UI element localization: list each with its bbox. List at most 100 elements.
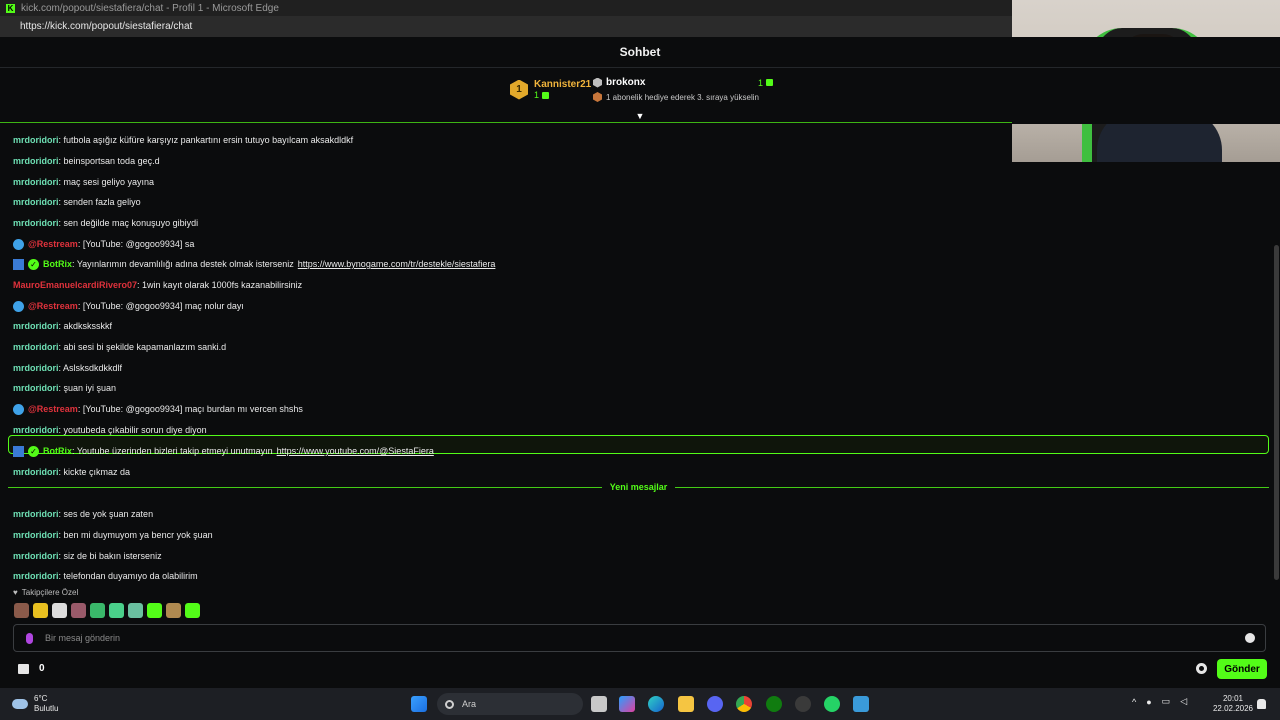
send-button[interactable]: Gönder [1217,659,1267,679]
chat-message: mrdoridori: maç sesi geliyo yayına [13,176,154,188]
points-value: 0 [39,663,45,674]
message-username[interactable]: mrdoridori [13,425,59,435]
message-text: : siz de bi bakın isterseniz [58,551,162,561]
task-view-icon[interactable] [591,696,607,712]
chat-message: mrdoridori: Aslsksdkdkkdlf [13,362,122,374]
message-username[interactable]: mrdoridori [13,363,59,373]
message-text: : kickte çıkmaz da [58,467,131,477]
leaderboard-second[interactable]: brokonx 1 1 abonelik hediye ederek 3. sı… [593,77,773,102]
message-username[interactable]: mrdoridori [13,342,59,352]
message-username[interactable]: mrdoridori [13,218,59,228]
file-explorer-icon[interactable] [678,696,694,712]
emoji-icon[interactable] [1245,633,1255,643]
chat-message: MauroEmanuelcardiRivero07: 1win kayıt ol… [13,279,302,291]
weather-widget[interactable]: 6°C Bulutlu [12,694,58,714]
weather-temp: 6°C [34,694,48,703]
network-icon[interactable]: ▭ [1162,696,1171,707]
xbox-icon[interactable] [766,696,782,712]
divider-line [8,486,602,488]
message-username[interactable]: mrdoridori [13,571,59,581]
message-text: : sen değilde maç konuşuyo gibiydi [58,218,199,228]
message-username[interactable]: mrdoridori [13,321,59,331]
window-title: kick.com/popout/siestafiera/chat - Profi… [21,2,279,14]
message-text: : [YouTube: @gogoo9934] maçı burdan mı v… [77,404,303,414]
mic-tray-icon[interactable]: ● [1146,697,1151,707]
message-text: : şuan iyi şuan [58,383,117,393]
emote-icon[interactable] [185,603,200,618]
cloud-icon [12,699,28,709]
message-text: : futbola aşığız küfüre karşıyız pankart… [58,135,354,145]
weather-desc: Bulutlu [34,704,59,713]
app-icon[interactable] [853,696,869,712]
message-username[interactable]: mrdoridori [13,509,59,519]
emote-icon[interactable] [90,603,105,618]
points-display[interactable]: 0 [18,663,45,674]
chevron-up-icon[interactable]: ^ [1132,697,1136,707]
message-text: : akdksksskkf [58,321,113,331]
message-username[interactable]: @Restream [28,239,78,249]
chat-message: mrdoridori: kickte çıkmaz da [13,466,130,478]
volume-icon[interactable]: ◁ [1180,696,1187,707]
restream-bot-icon [13,300,24,312]
message-username[interactable]: @Restream [28,404,78,414]
url-text[interactable]: https://kick.com/popout/siestafiera/chat [20,21,192,32]
message-text: : abi sesi bi şekilde kapamanlazım sanki… [58,342,227,352]
notification-bell-icon[interactable] [1257,699,1266,709]
taskbar-search[interactable]: Ara [437,693,583,715]
emote-icon[interactable] [109,603,124,618]
message-input-box[interactable] [13,624,1266,652]
gear-icon[interactable] [1196,663,1207,674]
message-input[interactable] [45,633,1233,643]
message-text: : Aslsksdkdkkdlf [58,363,123,373]
message-username[interactable]: mrdoridori [13,197,59,207]
emote-icon[interactable] [166,603,181,618]
message-username[interactable]: BotRix [43,259,72,269]
rank-badge-icon: 1 [510,79,528,100]
message-text: : [YouTube: @gogoo9934] maç nolur dayı [77,301,244,311]
pinned-divider [0,122,1012,123]
emote-icon[interactable] [14,603,29,618]
obs-icon[interactable] [795,696,811,712]
chat-message: @Restream: [YouTube: @gogoo9934] maç nol… [13,300,244,312]
chrome-icon[interactable] [736,696,752,712]
message-username[interactable]: @Restream [28,301,78,311]
discord-icon[interactable] [707,696,723,712]
emote-icon[interactable] [71,603,86,618]
message-username[interactable]: mrdoridori [13,467,59,477]
emote-icon[interactable] [52,603,67,618]
message-username[interactable]: mrdoridori [13,530,59,540]
bot-badge-icon [13,445,24,457]
leader-name[interactable]: Kannister21 [534,79,591,90]
emote-icon[interactable] [128,603,143,618]
restream-bot-icon [13,403,24,415]
store-icon[interactable] [18,663,29,674]
edge-icon[interactable] [648,696,664,712]
message-username[interactable]: mrdoridori [13,551,59,561]
divider-line [675,486,1270,488]
collapse-chevron-icon[interactable]: ▼ [634,112,646,121]
whatsapp-icon[interactable] [824,696,840,712]
message-username[interactable]: MauroEmanuelcardiRivero07 [13,280,137,290]
message-username[interactable]: mrdoridori [13,135,59,145]
copilot-icon[interactable] [619,696,635,712]
emote-bar [14,603,200,618]
message-username[interactable]: BotRix [43,446,72,456]
taskbar-clock[interactable]: 20:01 22.02.2026 [1208,694,1258,714]
chat-message: mrdoridori: akdksksskkf [13,320,112,332]
chat-message: mrdoridori: sen değilde maç konuşuyo gib… [13,217,198,229]
message-link[interactable]: https://www.youtube.com/@SiestaFiera [277,446,434,456]
chat-scrollbar[interactable] [1274,245,1279,580]
windows-start-icon[interactable] [411,696,427,712]
emote-icon[interactable] [147,603,162,618]
message-username[interactable]: mrdoridori [13,383,59,393]
leader2-name[interactable]: brokonx [606,77,645,88]
message-link[interactable]: https://www.bynogame.com/tr/destekle/sie… [298,259,496,269]
emote-icon[interactable] [33,603,48,618]
message-username[interactable]: mrdoridori [13,156,59,166]
chat-messages: Yeni mesajlar mrdoridori: futbola aşığız… [0,124,1275,586]
chat-message: mrdoridori: telefondan duyamıyo da olabi… [13,570,198,582]
mic-icon[interactable] [26,632,33,644]
message-username[interactable]: mrdoridori [13,177,59,187]
address-bar[interactable]: https://kick.com/popout/siestafiera/chat [0,16,1012,37]
leaderboard-first[interactable]: 1 Kannister21 1 [510,79,591,100]
